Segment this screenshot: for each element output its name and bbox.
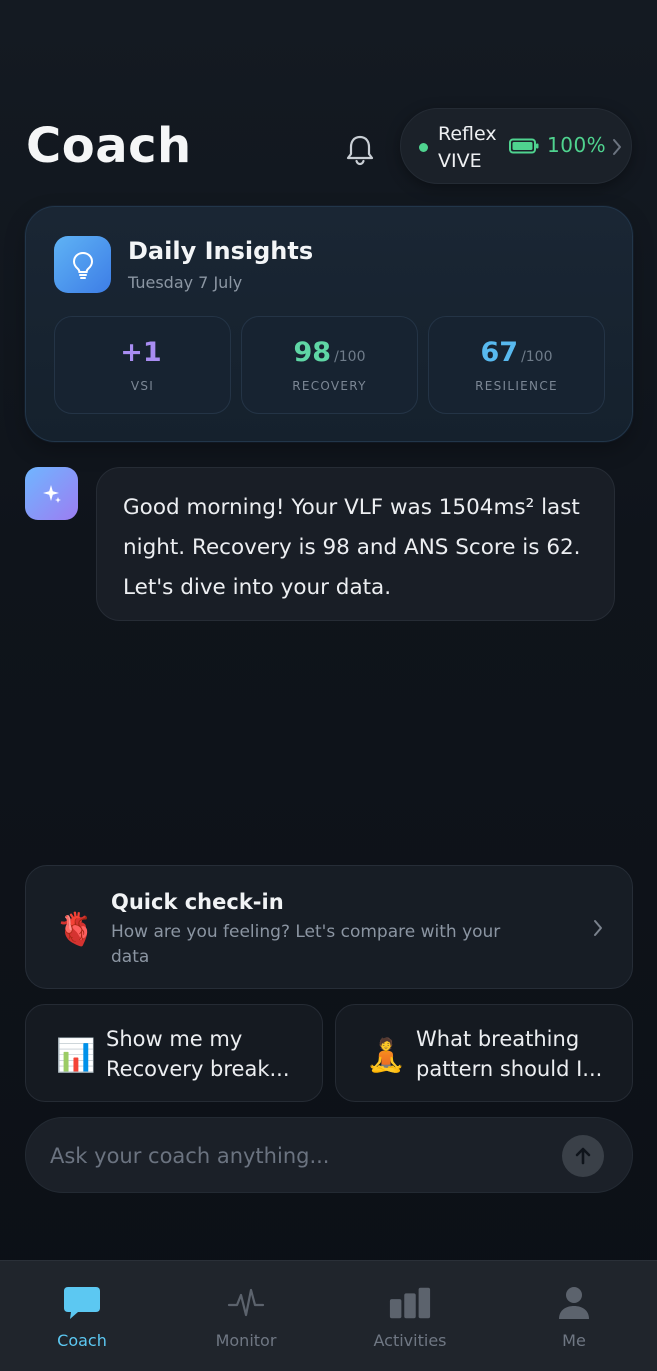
- nav-label: Monitor: [215, 1331, 277, 1350]
- metric-number: 98: [293, 337, 332, 368]
- metric-resilience[interactable]: 67/100 RESILIENCE: [428, 316, 605, 414]
- nav-label: Activities: [373, 1331, 447, 1350]
- bottom-navigation: Coach Monitor Activities Me: [0, 1260, 657, 1371]
- metric-value: 67/100: [429, 337, 604, 368]
- ask-coach-bar: [25, 1117, 633, 1193]
- device-status-pill[interactable]: Reflex VIVE 100%: [400, 108, 632, 184]
- metric-value: 98/100: [242, 337, 417, 368]
- device-name: Reflex VIVE: [438, 123, 497, 172]
- arrow-up-icon: [575, 1147, 591, 1165]
- nav-activities[interactable]: Activities: [328, 1261, 492, 1371]
- coach-message-bubble: Good morning! Your VLF was 1504ms² last …: [96, 467, 615, 621]
- send-button[interactable]: [562, 1135, 604, 1177]
- suggestion-text: What breathing pattern should I...: [416, 1027, 603, 1081]
- notification-bell-button[interactable]: [340, 130, 380, 170]
- nav-me[interactable]: Me: [492, 1261, 656, 1371]
- checkin-title: Quick check-in: [111, 890, 284, 914]
- insights-title: Daily Insights: [128, 237, 314, 265]
- bell-icon: [346, 135, 374, 166]
- metric-recovery[interactable]: 98/100 RECOVERY: [241, 316, 418, 414]
- suggestion-chip-recovery[interactable]: 📊 Show me my Recovery break...: [25, 1004, 323, 1102]
- sparkle-icon: [42, 484, 61, 503]
- metric-label: VSI: [130, 379, 155, 393]
- coach-message-text: Good morning! Your VLF was 1504ms² last …: [123, 495, 581, 600]
- metric-value: +1: [55, 337, 230, 368]
- metric-vsi[interactable]: +1 VSI: [54, 316, 231, 414]
- page-title: Coach: [26, 118, 192, 174]
- nav-monitor[interactable]: Monitor: [164, 1261, 328, 1371]
- chevron-right-icon: [594, 920, 602, 936]
- meditation-emoji-icon: 🧘: [366, 1036, 406, 1074]
- person-icon: [559, 1287, 589, 1319]
- checkin-subtitle: How are you feeling? Let's compare with …: [111, 922, 501, 967]
- chevron-right-icon: [613, 139, 621, 155]
- pulse-icon: [227, 1288, 265, 1317]
- bar-chart-icon: [389, 1287, 431, 1319]
- bar-chart-emoji-icon: 📊: [56, 1036, 96, 1074]
- metric-max: /100: [334, 349, 366, 365]
- battery-percentage: 100%: [547, 133, 607, 157]
- nav-coach[interactable]: Coach: [0, 1261, 164, 1371]
- nav-label: Coach: [57, 1331, 107, 1350]
- metric-label: RESILIENCE: [475, 379, 558, 393]
- coach-avatar: [25, 467, 78, 520]
- anatomical-heart-icon: 🫀: [56, 910, 96, 948]
- header: Coach Reflex VIVE 100%: [0, 100, 657, 190]
- ask-coach-input[interactable]: [50, 1136, 550, 1176]
- metric-max: /100: [521, 349, 553, 365]
- nav-label: Me: [562, 1331, 586, 1350]
- metric-label: RECOVERY: [292, 379, 367, 393]
- metric-number: +1: [120, 337, 162, 368]
- lightbulb-icon: [54, 236, 111, 293]
- suggestion-chip-breathing[interactable]: 🧘 What breathing pattern should I...: [335, 1004, 633, 1102]
- connection-status-dot: [419, 143, 428, 152]
- quick-checkin-card[interactable]: 🫀 Quick check-in How are you feeling? Le…: [25, 865, 633, 989]
- chat-bubble-icon: [64, 1287, 100, 1319]
- metric-number: 67: [480, 337, 519, 368]
- daily-insights-card[interactable]: Daily Insights Tuesday 7 July +1 VSI 98/…: [25, 206, 633, 442]
- insights-date: Tuesday 7 July: [128, 273, 243, 292]
- suggestion-text: Show me my Recovery break...: [106, 1027, 290, 1081]
- battery-icon: [509, 138, 539, 154]
